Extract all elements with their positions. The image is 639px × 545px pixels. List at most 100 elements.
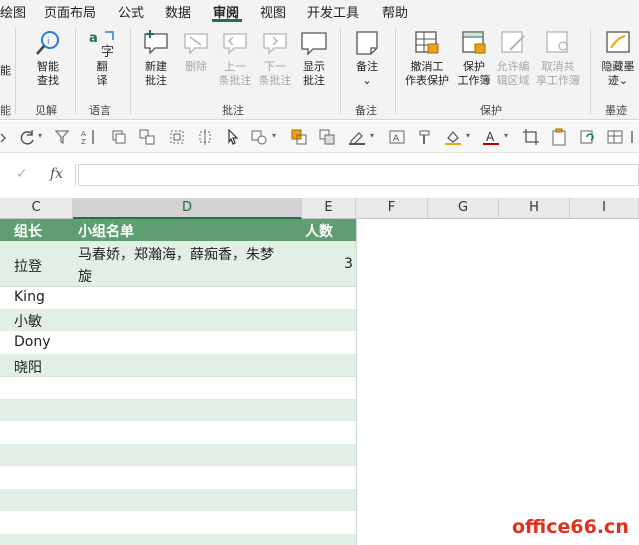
align-icon[interactable] [196, 128, 214, 146]
font-color-dropdown-icon[interactable]: ▾ [504, 132, 511, 140]
send-backward-icon[interactable] [318, 128, 336, 146]
show-comments-button[interactable]: 显示 批注 [296, 28, 332, 88]
menu-page-layout[interactable]: 页面布局 [44, 2, 96, 21]
menu-help[interactable]: 帮助 [382, 2, 408, 21]
clipboard-icon[interactable] [550, 128, 568, 146]
table-row[interactable] [0, 534, 356, 545]
cell-count[interactable]: 3 [344, 256, 353, 272]
group-objects-icon[interactable] [138, 128, 156, 146]
svg-text:Z: Z [81, 138, 86, 146]
sort-icon[interactable]: AZ [80, 128, 98, 146]
text-box-icon[interactable]: A [388, 128, 406, 146]
quick-access-toolbar: ▾ AZ ▾ ▾ A ▾ A ▾ [0, 121, 639, 153]
cutoff-button[interactable]: 能 [0, 64, 11, 78]
cell-leader[interactable]: Dony [14, 334, 51, 350]
group-separator [340, 28, 341, 114]
previous-comment-icon [223, 33, 247, 55]
shapes-icon[interactable] [250, 128, 268, 146]
fill-dropdown-icon[interactable]: ▾ [466, 132, 473, 140]
menu-bar: 绘图 页面布局 公式 数据 审阅 视图 开发工具 帮助 [0, 0, 639, 22]
cell-leader[interactable]: 晓阳 [14, 357, 42, 377]
copy-icon[interactable] [110, 128, 128, 146]
hide-ink-button[interactable]: 隐藏墨 迹⌄ [597, 28, 639, 88]
group-label-comments: 批注 [222, 104, 244, 117]
group-label-insights: 见解 [35, 104, 57, 117]
smart-lookup-button[interactable]: i 智能 查找 [30, 28, 66, 88]
table-row[interactable] [0, 511, 356, 533]
filter-clear-icon[interactable] [54, 128, 72, 146]
table-row[interactable] [0, 287, 356, 309]
header-leader[interactable]: 组长 [14, 221, 42, 241]
table-row[interactable] [0, 399, 356, 421]
new-comment-button[interactable]: 新建 批注 [138, 28, 174, 88]
protect-workbook-button[interactable]: 保护 工作簿 [454, 28, 494, 88]
table-row[interactable] [0, 421, 356, 443]
redo-icon[interactable] [18, 128, 36, 146]
svg-text:A: A [486, 130, 495, 144]
header-count[interactable]: 人数 [305, 221, 333, 241]
pointer-icon[interactable] [224, 128, 242, 146]
next-comment-button[interactable]: 下一 条批注 [256, 28, 294, 88]
column-header-f[interactable]: F [356, 198, 428, 219]
table-row[interactable] [0, 489, 356, 511]
shapes-dropdown-icon[interactable]: ▾ [272, 132, 279, 140]
column-header-g[interactable]: G [428, 198, 499, 219]
format-painter-icon[interactable] [416, 128, 434, 146]
select-objects-icon[interactable] [168, 128, 186, 146]
shape-outline-icon[interactable] [348, 128, 366, 146]
unprotect-sheet-button[interactable]: 撤消工 作表保护 [402, 28, 452, 88]
translate-icon: a 字 [89, 31, 114, 58]
previous-comment-button[interactable]: 上一 条批注 [216, 28, 254, 88]
header-member-list[interactable]: 小组名单 [78, 221, 134, 241]
table-row[interactable] [0, 466, 356, 488]
outline-dropdown-icon[interactable]: ▾ [370, 132, 377, 140]
bring-forward-icon[interactable] [290, 128, 308, 146]
cell-leader[interactable]: 小敏 [14, 311, 42, 331]
table-row[interactable] [0, 331, 356, 353]
ink-pen-icon [606, 31, 630, 53]
group-separator [395, 28, 396, 114]
menu-draw[interactable]: 绘图 [0, 2, 26, 21]
menu-data[interactable]: 数据 [165, 2, 191, 21]
notes-button[interactable]: 备注 ⌄ [349, 28, 385, 88]
fill-color-icon[interactable] [444, 128, 462, 146]
insert-function-icon[interactable]: fx [50, 166, 63, 182]
edit-range-icon [501, 31, 525, 53]
cell-leader[interactable]: 拉登 [14, 256, 42, 276]
translate-button[interactable]: a 字 翻 译 [84, 28, 120, 88]
row-divider [0, 376, 356, 377]
cell-leader[interactable]: King [14, 289, 45, 305]
column-header-d[interactable]: D [73, 198, 302, 219]
table-row[interactable] [0, 309, 356, 331]
column-header-h[interactable]: H [499, 198, 570, 219]
cell-member-list[interactable]: 马春娇，郑瀚海，薛痴香，朱梦 [78, 244, 274, 264]
table-row[interactable] [0, 444, 356, 466]
chevron-down-icon[interactable] [0, 128, 10, 146]
font-color-icon[interactable]: A [482, 128, 500, 146]
column-header-c[interactable]: C [0, 198, 73, 219]
group-label-protect: 保护 [480, 104, 502, 117]
table-row[interactable] [0, 376, 356, 398]
formula-controls: ✓ fx [0, 164, 76, 186]
column-header-e[interactable]: E [302, 198, 356, 219]
more-icon[interactable] [628, 128, 639, 146]
refresh-data-icon[interactable] [578, 128, 596, 146]
redo-dropdown-icon[interactable]: ▾ [38, 132, 45, 140]
cancel-edit-icon[interactable]: ✓ [16, 166, 28, 182]
menu-developer[interactable]: 开发工具 [307, 2, 359, 21]
formula-bar: ✓ fx [0, 160, 639, 190]
table-row[interactable] [0, 354, 356, 376]
crop-icon[interactable] [522, 128, 540, 146]
svg-text:a: a [89, 31, 98, 46]
column-header-i[interactable]: I [570, 198, 639, 219]
table-data-icon[interactable] [606, 128, 624, 146]
delete-comment-button[interactable]: 删除 [178, 28, 214, 74]
menu-formulas[interactable]: 公式 [118, 2, 144, 21]
new-comment-icon [144, 30, 168, 55]
formula-input[interactable] [78, 164, 639, 186]
allow-edit-ranges-button[interactable]: 允许编 辑区域 [494, 28, 532, 88]
cell-member-list-wrap[interactable]: 旋 [78, 266, 92, 286]
menu-view[interactable]: 视图 [260, 2, 286, 21]
group-label-ink: 墨迹 [605, 104, 627, 117]
unshare-workbook-button[interactable]: 取消共 享工作簿 [533, 28, 583, 88]
